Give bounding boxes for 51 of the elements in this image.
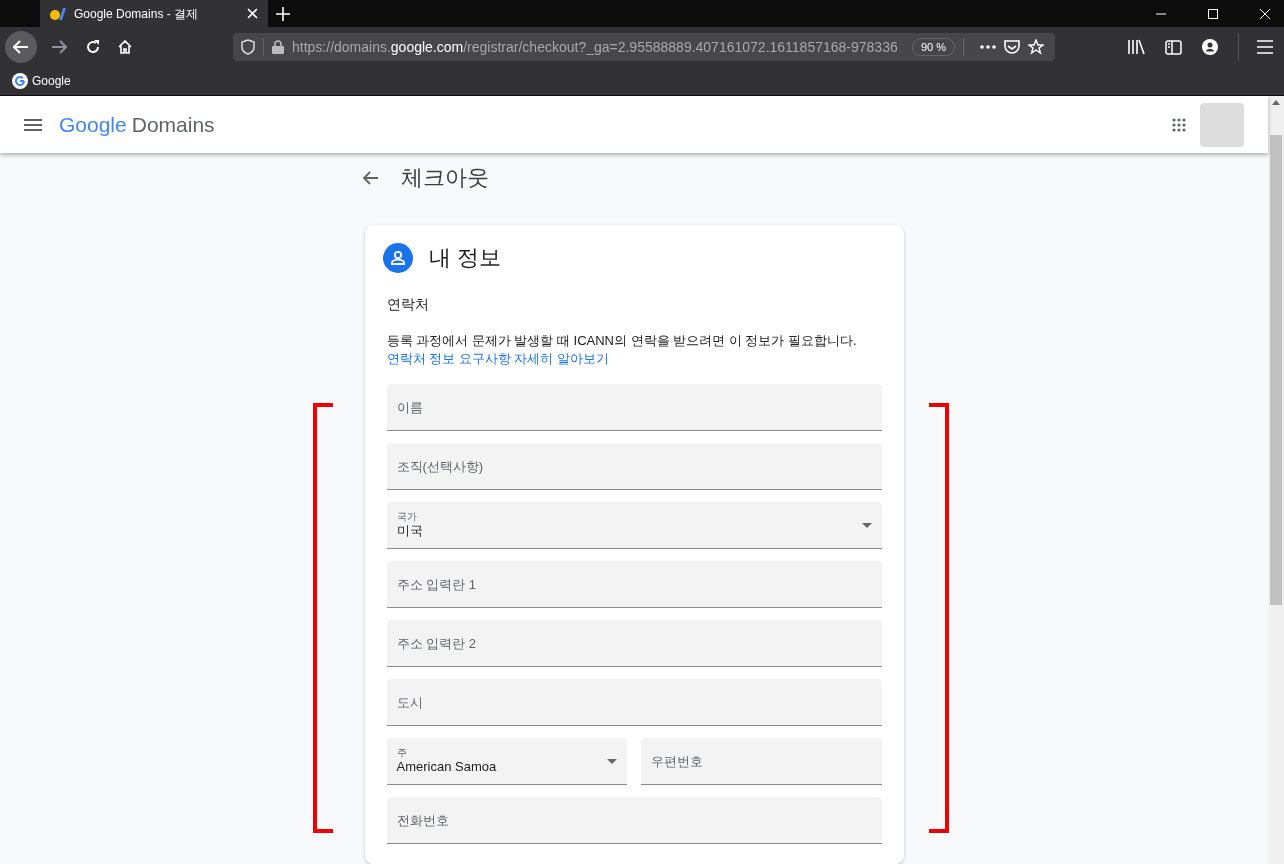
menu-icon[interactable] xyxy=(24,118,42,131)
scroll-up-icon[interactable] xyxy=(1272,100,1280,105)
input-field[interactable]: 주소 입력란 1 xyxy=(386,561,882,608)
url-text: https://domains.google.com/registrar/checkout?_ga=2.95588889.407161072.1611857168-978336 xyxy=(292,37,899,57)
field-label: 주 xyxy=(396,746,408,760)
reload-icon[interactable] xyxy=(85,39,101,55)
field-value: 미국 xyxy=(396,523,424,540)
dropdown-caret-icon xyxy=(607,758,617,764)
google-domains-logo[interactable]: Google Domains xyxy=(59,108,215,141)
library-icon[interactable] xyxy=(1127,39,1145,55)
new-tab-icon[interactable] xyxy=(276,6,290,21)
learn-more-link[interactable]: 연락처 정보 요구사항 자세히 알아보기 xyxy=(386,351,609,366)
lock-icon xyxy=(272,40,284,54)
home-icon[interactable] xyxy=(117,39,133,55)
back-arrow-icon[interactable] xyxy=(363,170,379,185)
card-title: 내 정보 xyxy=(428,244,501,272)
forward-arrow-icon[interactable] xyxy=(51,40,67,54)
description: 등록 과정에서 문제가 발생할 때 ICANN의 연락을 받으려면 이 정보가 필요합니다. 연락처 정보 요구사항 자세히 알아보기 xyxy=(386,332,858,368)
more-icon[interactable] xyxy=(980,45,997,49)
bookmark[interactable]: Google xyxy=(12,72,71,90)
section-heading: 연락처 xyxy=(386,295,430,314)
select-field[interactable]: 국가 미국 xyxy=(386,502,882,549)
star-icon[interactable] xyxy=(1028,39,1045,55)
browser-tab[interactable]: Google Domains - 결제 xyxy=(40,0,268,27)
input-field[interactable]: 조직(선택사항) xyxy=(386,443,882,490)
sidebar-icon[interactable] xyxy=(1165,39,1182,55)
input-field[interactable]: 이름 xyxy=(386,384,882,431)
pocket-icon[interactable] xyxy=(1004,39,1021,55)
close-window-icon[interactable] xyxy=(1260,8,1270,19)
maximize-icon[interactable] xyxy=(1208,8,1218,19)
input-field[interactable]: 전화번호 xyxy=(386,797,882,844)
back-arrow-icon xyxy=(13,40,29,54)
field-value: American Samoa xyxy=(396,759,498,776)
back-button[interactable] xyxy=(5,31,37,63)
dropdown-caret-icon xyxy=(861,522,872,528)
close-icon[interactable] xyxy=(247,8,258,19)
person-icon xyxy=(382,242,413,273)
scrollbar[interactable] xyxy=(1268,96,1284,864)
address-bar[interactable]: https://domains.google.com/registrar/checkout?_ga=2.95588889.407161072.1611857168-978336 90 % xyxy=(233,33,1055,61)
apps-grid-icon[interactable] xyxy=(1172,117,1186,132)
account-icon[interactable] xyxy=(1202,39,1218,55)
input-field[interactable]: 주소 입력란 2 xyxy=(386,620,882,667)
field-label: 국가 xyxy=(396,510,418,524)
google-logo-icon xyxy=(12,73,28,89)
tab-title: Google Domains - 결제 xyxy=(74,5,200,23)
shield-icon xyxy=(241,39,255,55)
domains-logo-icon xyxy=(50,6,66,21)
input-field[interactable]: 우편번호 xyxy=(641,738,882,785)
input-field[interactable]: 도시 xyxy=(386,679,882,726)
page-title: 체크아웃 xyxy=(401,164,489,192)
select-field[interactable]: 주 American Samoa xyxy=(386,738,627,785)
